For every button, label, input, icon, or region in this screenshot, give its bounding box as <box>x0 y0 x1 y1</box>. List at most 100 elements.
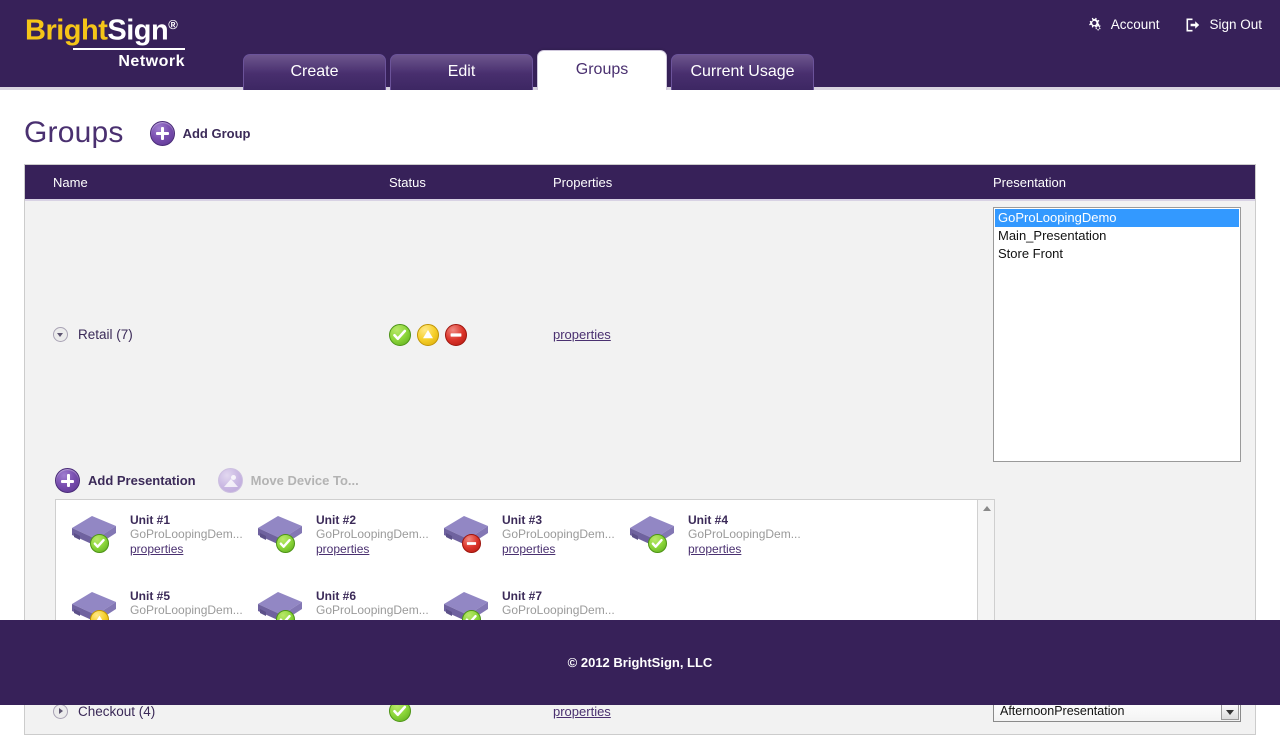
group-status-retail <box>389 324 553 346</box>
sign-out-button[interactable]: Sign Out <box>1185 17 1262 33</box>
status-ok-icon <box>90 534 109 553</box>
account-button[interactable]: Account <box>1085 16 1160 33</box>
device-item[interactable]: Unit #2 GoProLoopingDem... properties <box>252 508 438 570</box>
table-header-row: Name Status Properties Presentation <box>25 165 1255 201</box>
brightsign-logo: BrightSign® Network <box>25 8 185 72</box>
scroll-up-arrow-icon[interactable] <box>978 500 995 517</box>
move-device-to-button[interactable]: Move Device To... <box>218 468 359 493</box>
page-content: Groups Add Group Name Status Properties … <box>0 90 1280 620</box>
group-name-label: Checkout (4) <box>78 704 155 719</box>
tab-groups-label: Groups <box>576 61 628 78</box>
status-ok-icon <box>648 534 667 553</box>
account-label: Account <box>1111 17 1160 32</box>
device-meta: Unit #4 GoProLoopingDem... properties <box>688 508 801 557</box>
page-title-row: Groups Add Group <box>0 90 1280 150</box>
add-presentation-button[interactable]: Add Presentation <box>55 468 196 493</box>
device-player-icon <box>438 508 494 554</box>
group-presentation-retail: GoProLoopingDemo Main_Presentation Store… <box>993 207 1255 462</box>
logo-wordmark: BrightSign® <box>25 8 185 48</box>
app-header: BrightSign® Network Account <box>0 0 1280 90</box>
group-toggle-retail[interactable]: Retail (7) <box>25 327 389 342</box>
chevron-down-icon <box>53 327 68 342</box>
device-item[interactable]: Unit #3 GoProLoopingDem... properties <box>438 508 624 570</box>
group-toggle-checkout[interactable]: Checkout (4) <box>25 704 389 719</box>
group-name-label: Retail (7) <box>78 327 133 342</box>
tab-edit-label: Edit <box>448 63 476 80</box>
device-title: Unit #7 <box>502 589 615 603</box>
group-retail: Retail (7) properties <box>25 201 1255 671</box>
device-presentation: GoProLoopingDem... <box>130 603 243 618</box>
copyright-text: © 2012 BrightSign, LLC <box>568 655 713 670</box>
presentation-dropdown-value: AfternoonPresentation <box>1000 704 1124 718</box>
device-item[interactable]: Unit #4 GoProLoopingDem... properties <box>624 508 810 570</box>
add-group-button[interactable]: Add Group <box>150 121 251 146</box>
properties-link[interactable]: properties <box>553 704 611 719</box>
logo-registered-mark: ® <box>168 17 177 32</box>
device-title: Unit #1 <box>130 513 243 527</box>
status-warning-icon <box>417 324 439 346</box>
logo-network-text: Network <box>73 48 185 72</box>
device-player-icon <box>624 508 680 554</box>
chevron-right-icon <box>53 704 68 719</box>
move-device-label: Move Device To... <box>251 473 359 488</box>
tab-create-label: Create <box>290 63 338 80</box>
group-properties-checkout: properties <box>553 704 993 719</box>
device-title: Unit #2 <box>316 513 429 527</box>
tab-current-usage-label: Current Usage <box>690 63 794 80</box>
device-presentation: GoProLoopingDem... <box>502 603 615 618</box>
device-presentation: GoProLoopingDem... <box>316 603 429 618</box>
plus-icon <box>55 468 80 493</box>
status-error-icon <box>462 534 481 553</box>
device-meta: Unit #3 GoProLoopingDem... properties <box>502 508 615 557</box>
presentation-list-item[interactable]: GoProLoopingDemo <box>995 209 1239 227</box>
tab-current-usage[interactable]: Current Usage <box>671 54 814 90</box>
device-item[interactable]: Unit #1 GoProLoopingDem... properties <box>66 508 252 570</box>
device-player-icon <box>66 508 122 554</box>
column-header-properties: Properties <box>553 175 993 190</box>
device-properties-link[interactable]: properties <box>688 542 801 557</box>
device-player-icon <box>252 508 308 554</box>
add-group-label: Add Group <box>183 126 251 141</box>
add-presentation-label: Add Presentation <box>88 473 196 488</box>
sign-out-label: Sign Out <box>1209 17 1262 32</box>
column-header-presentation: Presentation <box>993 175 1255 190</box>
group-properties-retail: properties <box>553 327 993 342</box>
device-meta: Unit #1 GoProLoopingDem... properties <box>130 508 243 557</box>
device-properties-link[interactable]: properties <box>316 542 429 557</box>
device-title: Unit #6 <box>316 589 429 603</box>
move-device-icon <box>218 468 243 493</box>
page-footer: © 2012 BrightSign, LLC <box>0 620 1280 705</box>
gear-icon <box>1085 16 1104 33</box>
group-toolbar-retail: Add Presentation Move Device To... <box>25 462 1255 499</box>
tab-groups[interactable]: Groups <box>537 50 667 90</box>
device-title: Unit #5 <box>130 589 243 603</box>
column-header-status: Status <box>389 175 553 190</box>
logo-bright-text: Bright <box>25 15 107 47</box>
sign-out-icon <box>1185 17 1202 33</box>
device-presentation: GoProLoopingDem... <box>130 527 243 542</box>
status-ok-icon <box>389 324 411 346</box>
device-presentation: GoProLoopingDem... <box>316 527 429 542</box>
logo-sign-text: Sign <box>107 15 168 47</box>
tab-edit[interactable]: Edit <box>390 54 533 90</box>
properties-link[interactable]: properties <box>553 327 611 342</box>
column-header-name: Name <box>25 175 389 190</box>
status-ok-icon <box>276 534 295 553</box>
plus-icon <box>150 121 175 146</box>
device-presentation: GoProLoopingDem... <box>502 527 615 542</box>
device-title: Unit #4 <box>688 513 801 527</box>
device-title: Unit #3 <box>502 513 615 527</box>
presentation-list-item[interactable]: Main_Presentation <box>995 227 1239 245</box>
group-row-retail: Retail (7) properties <box>25 201 1255 462</box>
status-error-icon <box>445 324 467 346</box>
presentation-list-item[interactable]: Store Front <box>995 245 1239 263</box>
page-title: Groups <box>24 116 124 150</box>
tab-create[interactable]: Create <box>243 54 386 90</box>
device-properties-link[interactable]: properties <box>502 542 615 557</box>
device-presentation: GoProLoopingDem... <box>688 527 801 542</box>
presentation-listbox[interactable]: GoProLoopingDemo Main_Presentation Store… <box>993 207 1241 462</box>
device-properties-link[interactable]: properties <box>130 542 243 557</box>
device-meta: Unit #2 GoProLoopingDem... properties <box>316 508 429 557</box>
main-tabs: Create Edit Groups Current Usage <box>243 50 814 90</box>
header-actions: Account Sign Out <box>1085 16 1262 33</box>
